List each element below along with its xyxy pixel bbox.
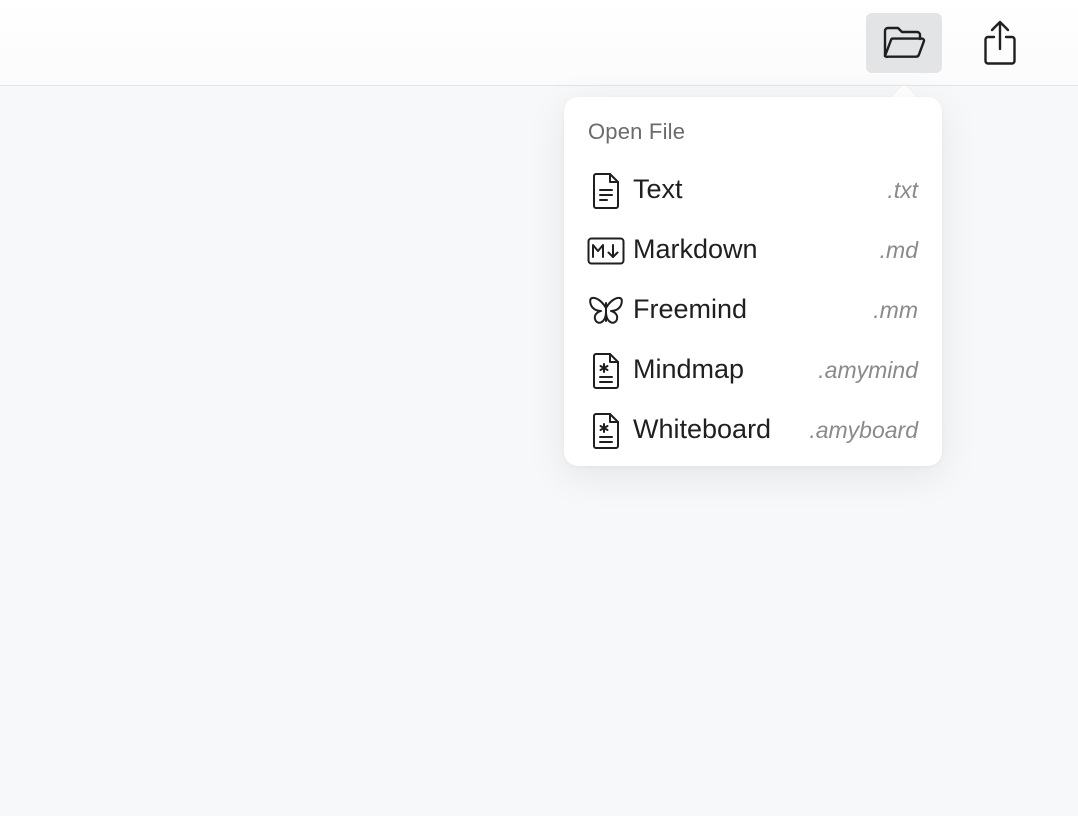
menu-item-text[interactable]: Text .txt (564, 160, 942, 220)
text-file-icon (586, 173, 626, 209)
menu-item-label: Text (633, 174, 683, 204)
asterisk-file-icon (586, 413, 626, 449)
menu-item-whiteboard[interactable]: Whiteboard .amyboard (564, 400, 942, 460)
menu-item-extension: .amyboard (809, 417, 918, 443)
asterisk-file-icon (586, 353, 626, 389)
open-file-popover: Open File Text .txt Markdown .md Freemin… (564, 97, 942, 466)
menu-item-freemind[interactable]: Freemind .mm (564, 280, 942, 340)
menu-item-mindmap[interactable]: Mindmap .amymind (564, 340, 942, 400)
folder-open-icon (883, 26, 926, 59)
menu-item-label: Whiteboard (633, 414, 772, 444)
menu-item-extension: .txt (887, 177, 918, 203)
menu-item-extension: .md (879, 237, 918, 263)
share-icon (984, 20, 1016, 65)
menu-item-markdown[interactable]: Markdown .md (564, 220, 942, 280)
share-button[interactable] (962, 13, 1038, 73)
menu-item-extension: .amymind (818, 357, 918, 383)
toolbar (0, 0, 1078, 86)
menu-item-extension: .mm (873, 297, 918, 323)
popover-title: Open File (588, 119, 686, 144)
menu-item-label: Mindmap (633, 354, 745, 384)
open-file-button[interactable] (866, 13, 942, 73)
menu-item-label: Freemind (633, 294, 748, 324)
markdown-icon (586, 233, 626, 269)
butterfly-icon (586, 293, 626, 329)
menu-item-label: Markdown (633, 234, 758, 264)
